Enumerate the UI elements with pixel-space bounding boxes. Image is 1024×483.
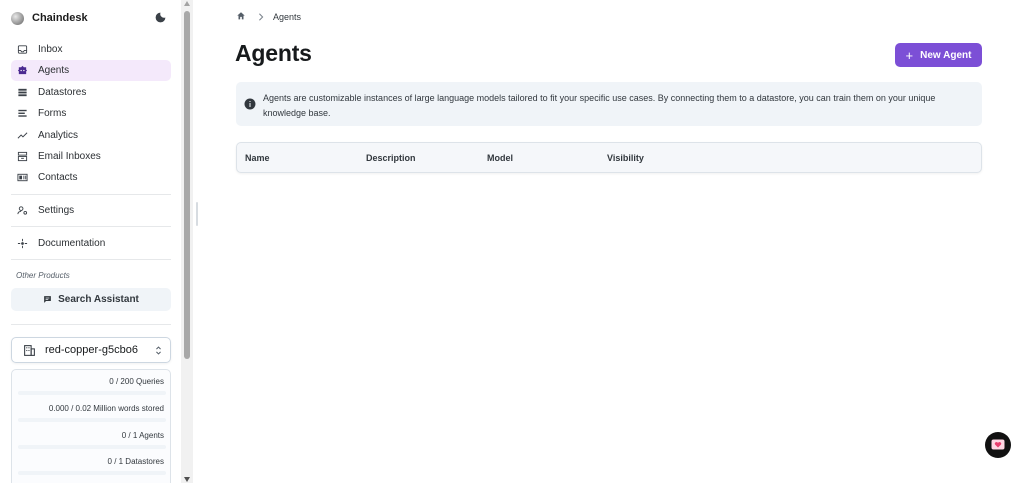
breadcrumb: Agents bbox=[236, 10, 301, 23]
sidebar-resize-handle[interactable] bbox=[196, 202, 198, 226]
new-agent-label: New Agent bbox=[920, 49, 972, 61]
other-products-label: Other Products bbox=[16, 271, 70, 280]
datastores-icon bbox=[16, 86, 28, 98]
sidebar-item-documentation[interactable]: Documentation bbox=[11, 233, 171, 254]
breadcrumb-current: Agents bbox=[273, 11, 302, 22]
usage-label: 0 / 1 Datastores bbox=[107, 457, 164, 466]
sidebar-item-label: Contacts bbox=[38, 172, 78, 184]
usage-panel: 0 / 200 Queries 0.000 / 0.02 Million wor… bbox=[11, 369, 171, 483]
sidebar-item-inbox[interactable]: Inbox bbox=[11, 39, 171, 60]
sidebar-divider bbox=[11, 324, 171, 325]
usage-progress-bar bbox=[18, 391, 166, 395]
plus-icon: + bbox=[905, 47, 914, 63]
agents-table: Name Description Model Visibility bbox=[236, 142, 982, 173]
usage-label: 0 / 1 Agents bbox=[121, 431, 164, 440]
sidebar-item-label: Documentation bbox=[38, 238, 106, 249]
organization-select[interactable]: red-copper-g5cbo6 bbox=[11, 337, 171, 363]
column-header-model[interactable]: Model bbox=[487, 153, 513, 163]
sidebar-divider bbox=[11, 194, 171, 195]
inbox-icon bbox=[16, 44, 28, 56]
sidebar-divider bbox=[11, 226, 171, 227]
sidebar-item-email-inboxes[interactable]: Email Inboxes bbox=[11, 146, 171, 167]
email-inbox-icon bbox=[16, 150, 28, 162]
contacts-icon bbox=[16, 172, 28, 184]
sidebar-item-label: Email Inboxes bbox=[38, 150, 101, 162]
settings-icon bbox=[16, 205, 28, 217]
sidebar-item-label: Forms bbox=[38, 108, 67, 120]
dark-mode-toggle-icon[interactable] bbox=[154, 11, 167, 24]
sidebar-item-label: Agents bbox=[38, 65, 70, 77]
agents-icon bbox=[16, 65, 28, 77]
usage-queries: 0 / 200 Queries bbox=[18, 377, 166, 395]
chevron-up-down-icon bbox=[156, 346, 161, 355]
usage-progress-bar bbox=[18, 418, 166, 422]
chat-support-button[interactable] bbox=[985, 432, 1011, 458]
new-agent-button[interactable]: + New Agent bbox=[895, 43, 982, 67]
usage-datastores: 0 / 1 Datastores bbox=[18, 457, 166, 475]
sidebar-nav: Inbox Agents Datastores Forms Analytics bbox=[11, 39, 171, 189]
sidebar-item-label: Analytics bbox=[38, 129, 79, 141]
home-icon[interactable] bbox=[236, 11, 246, 23]
sidebar-docs-section: Documentation bbox=[11, 233, 171, 254]
brand[interactable]: Chaindesk bbox=[11, 9, 171, 27]
scroll-up-arrow-icon[interactable] bbox=[184, 1, 190, 6]
sidebar-settings-section: Settings bbox=[11, 200, 171, 221]
scrollbar-thumb[interactable] bbox=[184, 11, 190, 359]
building-icon bbox=[24, 344, 35, 356]
sidebar-item-contacts[interactable]: Contacts bbox=[11, 167, 171, 188]
info-icon bbox=[244, 98, 256, 110]
usage-words: 0.000 / 0.02 Million words stored bbox=[18, 404, 166, 422]
organization-name: red-copper-g5cbo6 bbox=[45, 344, 138, 356]
page-title: Agents bbox=[235, 40, 312, 66]
column-header-visibility[interactable]: Visibility bbox=[607, 153, 644, 163]
heart-chat-icon bbox=[991, 439, 1005, 450]
column-header-description[interactable]: Description bbox=[366, 153, 416, 163]
info-alert-text: Agents are customizable instances of lar… bbox=[263, 93, 936, 118]
documentation-icon bbox=[16, 238, 28, 250]
search-assistant-label: Search Assistant bbox=[58, 294, 139, 305]
usage-label: 0.000 / 0.02 Million words stored bbox=[48, 404, 164, 413]
chat-icon bbox=[44, 296, 51, 303]
scroll-down-arrow-icon[interactable] bbox=[184, 477, 190, 482]
sidebar-item-forms[interactable]: Forms bbox=[11, 103, 171, 124]
brand-logo bbox=[11, 11, 24, 25]
column-header-name[interactable]: Name bbox=[245, 153, 270, 163]
forms-icon bbox=[16, 108, 28, 120]
usage-label: 0 / 200 Queries bbox=[109, 377, 164, 386]
sidebar-item-label: Settings bbox=[38, 205, 75, 216]
brand-name: Chaindesk bbox=[32, 12, 88, 24]
chevron-right-icon bbox=[259, 12, 264, 21]
sidebar-scrollbar[interactable] bbox=[181, 0, 193, 483]
analytics-icon bbox=[16, 129, 28, 141]
sidebar-item-label: Datastores bbox=[38, 86, 87, 98]
info-alert: Agents are customizable instances of lar… bbox=[236, 82, 982, 126]
sidebar-item-agents[interactable]: Agents bbox=[11, 60, 171, 82]
usage-progress-bar bbox=[18, 445, 166, 449]
usage-progress-bar bbox=[18, 471, 166, 475]
sidebar-item-analytics[interactable]: Analytics bbox=[11, 125, 171, 146]
sidebar-item-datastores[interactable]: Datastores bbox=[11, 82, 171, 103]
sidebar-divider bbox=[11, 259, 171, 260]
sidebar-item-settings[interactable]: Settings bbox=[11, 200, 171, 221]
sidebar-item-label: Inbox bbox=[38, 44, 63, 55]
search-assistant-button[interactable]: Search Assistant bbox=[11, 288, 171, 311]
usage-agents: 0 / 1 Agents bbox=[18, 431, 166, 449]
sidebar: Chaindesk Inbox Agents Datastores Forms … bbox=[0, 0, 181, 483]
